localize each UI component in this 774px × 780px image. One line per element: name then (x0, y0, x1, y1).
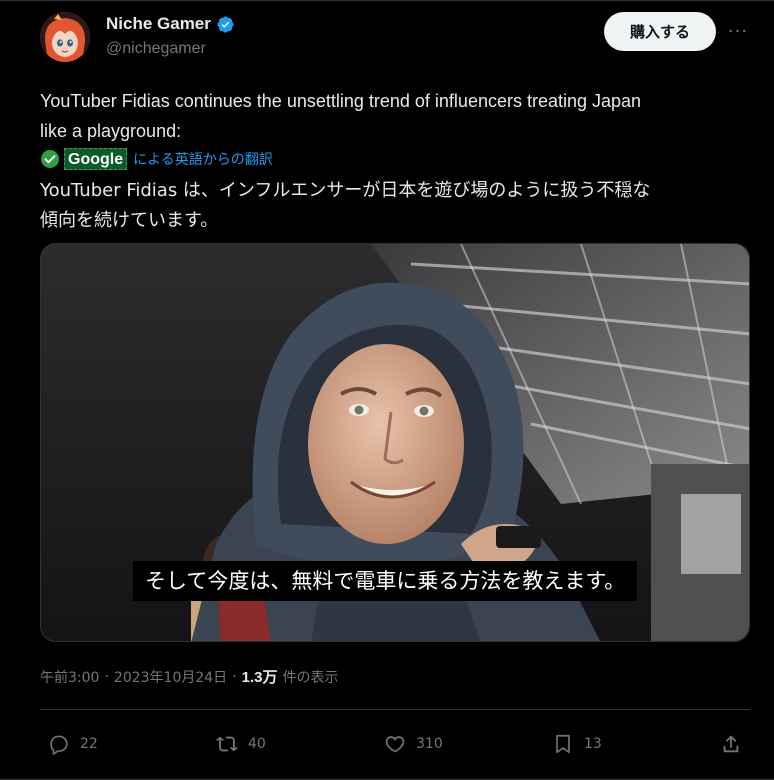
action-bar: 22 40 310 13 (40, 726, 754, 762)
tweet-text: YouTuber Fidias continues the unsettling… (40, 86, 760, 146)
author-name[interactable]: Niche Gamer (106, 14, 211, 34)
views-count: 1.3万 (241, 669, 278, 686)
bookmark-count: 13 (584, 736, 602, 752)
top-divider (0, 0, 774, 1)
verified-badge-icon (216, 15, 235, 34)
meta-separator: · (232, 668, 237, 685)
tweet-text-line: YouTuber Fidias continues the unsettling… (40, 91, 642, 111)
translated-text-line: 傾向を続けています。 (40, 210, 219, 231)
video-subtitle: そして今度は、無料で電車に乗る方法を教えます。 (133, 561, 638, 601)
like-button[interactable]: 310 (384, 726, 443, 762)
repost-button[interactable]: 40 (216, 726, 266, 762)
repost-icon (216, 736, 238, 752)
more-options-icon[interactable]: ··· (722, 16, 754, 46)
heart-icon (385, 736, 405, 753)
check-circle-icon (40, 149, 60, 169)
bookmark-button[interactable]: 13 (552, 726, 602, 762)
like-count: 310 (416, 736, 443, 752)
tweet-date[interactable]: 2023年10月24日 (114, 667, 227, 687)
tweet-text-line: like a playground: (40, 121, 182, 141)
google-translate-badge[interactable]: Google (64, 148, 128, 170)
translation-attribution: Google による英語からの翻訳 (40, 148, 273, 170)
video-media[interactable]: そして今度は、無料で電車に乗る方法を教えます。 (40, 243, 750, 642)
reply-icon (50, 735, 68, 755)
author-name-row[interactable]: Niche Gamer (106, 14, 235, 34)
actions-divider (40, 709, 750, 710)
translated-text-line: YouTuber Fidias は、インフルエンサーが日本を遊び場のように扱う不… (40, 180, 651, 201)
buy-button[interactable]: 購入する (604, 12, 716, 51)
share-button[interactable] (720, 726, 742, 762)
translated-text: YouTuber Fidias は、インフルエンサーが日本を遊び場のように扱う不… (40, 176, 760, 236)
translation-label-link[interactable]: による英語からの翻訳 (133, 149, 273, 169)
views-label: 件の表示 (282, 669, 339, 686)
repost-count: 40 (248, 736, 266, 752)
bookmark-icon (556, 734, 570, 754)
author-handle[interactable]: @nichegamer (106, 40, 206, 58)
tweet-meta: 午前3:00 · 2023年10月24日 · 1.3万 件の表示 (40, 666, 338, 687)
reply-count: 22 (80, 736, 98, 752)
reply-button[interactable]: 22 (48, 726, 98, 762)
tweet-time[interactable]: 午前3:00 (40, 667, 99, 687)
share-icon (723, 735, 739, 753)
avatar[interactable] (40, 12, 90, 62)
meta-separator: · (104, 668, 109, 685)
